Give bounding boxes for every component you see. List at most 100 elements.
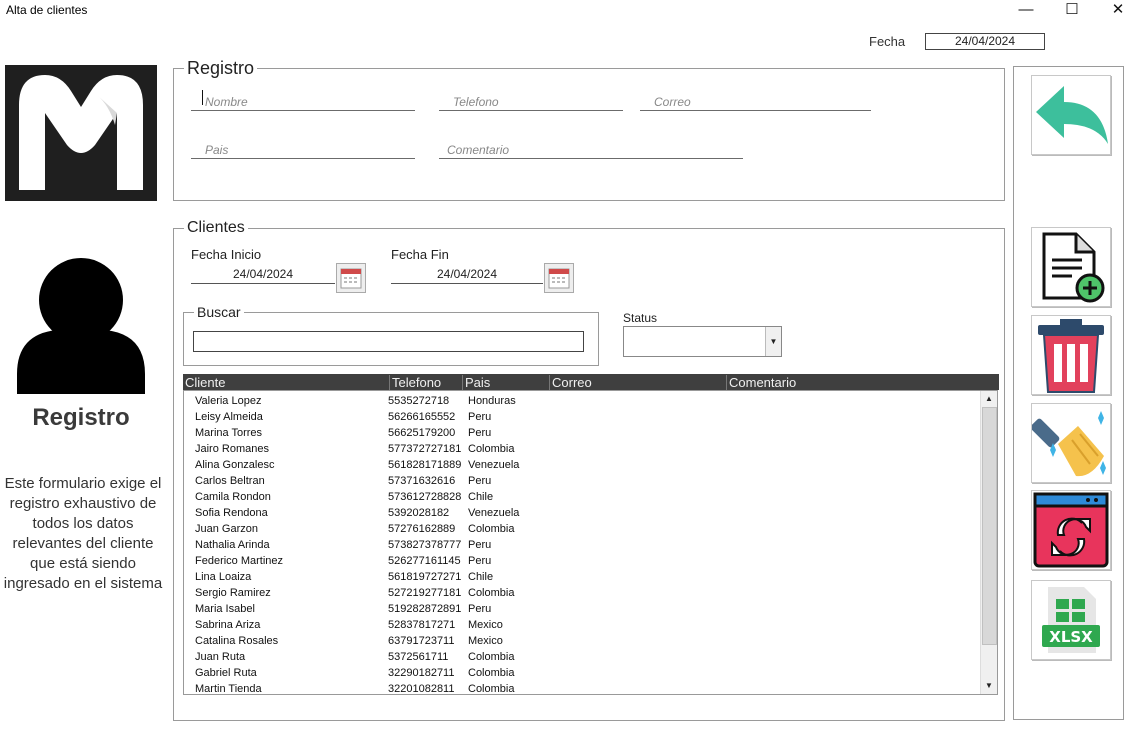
correo-field[interactable]: Correo: [640, 92, 871, 111]
correo-placeholder: Correo: [654, 95, 691, 109]
telefono-placeholder: Telefono: [453, 95, 499, 109]
table-row[interactable]: Nathalia Arinda 573827378777 Peru: [184, 537, 979, 553]
column-telefono[interactable]: Telefono: [389, 375, 441, 390]
cell-telefono: 57371632616: [388, 475, 456, 487]
status-select[interactable]: ▼: [623, 326, 782, 357]
trash-icon: [1038, 319, 1104, 393]
table-row[interactable]: Valeria Lopez 5535272718 Honduras: [184, 393, 979, 409]
nombre-placeholder: Nombre: [205, 95, 248, 109]
sidebar-title: Registro: [32, 404, 130, 431]
refresh-button[interactable]: [1031, 490, 1111, 570]
table-row[interactable]: Catalina Rosales 63791723711 Mexico: [184, 633, 979, 649]
close-button[interactable]: ✕: [1095, 0, 1140, 22]
cell-pais: Mexico: [468, 635, 503, 647]
cell-pais: Colombia: [468, 443, 515, 455]
table-row[interactable]: Leisy Almeida 56266165552 Peru: [184, 409, 979, 425]
fecha-inicio-calendar-button[interactable]: [336, 263, 366, 293]
cell-pais: Colombia: [468, 523, 515, 535]
table-row[interactable]: Sofia Rendona 5392028182 Venezuela: [184, 505, 979, 521]
logo-m-icon: [5, 65, 157, 201]
fecha-field[interactable]: 24/04/2024: [925, 33, 1045, 50]
cell-cliente: Maria Isabel: [195, 603, 255, 615]
table-row[interactable]: Marina Torres 56625179200 Peru: [184, 425, 979, 441]
list-header: Cliente Telefono Pais Correo Comentario: [183, 374, 999, 390]
clientes-list[interactable]: ▲ ▼ Valeria Lopez 5535272718 Honduras Leisy…: [183, 390, 998, 695]
fecha-fin-field[interactable]: 24/04/2024: [391, 265, 543, 284]
clientes-legend: Clientes: [184, 219, 248, 237]
table-row[interactable]: Alina Gonzalesc 561828171889 Venezuela: [184, 457, 979, 473]
refresh-window-icon: [1033, 492, 1109, 568]
scroll-down-icon[interactable]: ▼: [982, 680, 996, 692]
buscar-input[interactable]: [193, 331, 584, 352]
scrollbar-thumb[interactable]: [982, 407, 997, 645]
cell-telefono: 573612728828: [388, 491, 462, 503]
table-row[interactable]: Federico Martinez 526277161145 Peru: [184, 553, 979, 569]
fecha-fin-calendar-button[interactable]: [544, 263, 574, 293]
nombre-field[interactable]: Nombre: [191, 90, 415, 111]
table-row[interactable]: Juan Ruta 5372561711 Colombia: [184, 649, 979, 665]
vertical-scrollbar[interactable]: ▲ ▼: [980, 391, 997, 694]
dropdown-arrow-icon[interactable]: ▼: [765, 327, 781, 356]
export-xlsx-button[interactable]: XLSX: [1031, 580, 1111, 660]
registro-legend: Registro: [184, 58, 258, 79]
cell-cliente: Gabriel Ruta: [195, 667, 257, 679]
calendar-icon: [340, 268, 362, 289]
cell-pais: Chile: [468, 571, 494, 583]
table-row[interactable]: Lina Loaiza 561819727271 Chile: [184, 569, 979, 585]
minimize-button[interactable]: —: [1003, 0, 1049, 22]
column-cliente[interactable]: Cliente: [183, 375, 225, 390]
add-document-button[interactable]: [1031, 227, 1111, 307]
table-row[interactable]: Carlos Beltran 57371632616 Peru: [184, 473, 979, 489]
table-row[interactable]: Juan Garzon 57276162889 Colombia: [184, 521, 979, 537]
fecha-inicio-field[interactable]: 24/04/2024: [191, 265, 335, 284]
table-row[interactable]: Sergio Ramirez 527219277181 Colombia: [184, 585, 979, 601]
maximize-button[interactable]: ☐: [1049, 0, 1095, 22]
cell-telefono: 519282872891: [388, 603, 462, 615]
column-pais[interactable]: Pais: [462, 375, 490, 390]
cell-telefono: 577372727181: [388, 443, 462, 455]
table-row[interactable]: Maria Isabel 519282872891 Peru: [184, 601, 979, 617]
cell-telefono: 56266165552: [388, 411, 456, 423]
cell-pais: Honduras: [468, 395, 516, 407]
pais-field[interactable]: Pais: [191, 140, 415, 159]
cell-pais: Venezuela: [468, 459, 520, 471]
column-comentario[interactable]: Comentario: [726, 375, 796, 390]
cell-telefono: 57276162889: [388, 523, 456, 535]
cell-telefono: 573827378777: [388, 539, 462, 551]
cell-cliente: Camila Rondon: [195, 491, 271, 503]
clean-button[interactable]: [1030, 403, 1111, 483]
table-row[interactable]: Gabriel Ruta 32290182711 Colombia: [184, 665, 979, 681]
cell-cliente: Carlos Beltran: [195, 475, 265, 487]
back-button[interactable]: [1031, 75, 1111, 155]
telefono-field[interactable]: Telefono: [439, 92, 623, 111]
calendar-icon: [548, 268, 570, 289]
xlsx-label: XLSX: [1049, 628, 1093, 646]
cell-pais: Peru: [468, 411, 492, 423]
comentario-field[interactable]: Comentario: [439, 140, 743, 159]
cell-telefono: 5392028182: [388, 507, 450, 519]
broom-clean-icon: [1030, 411, 1106, 477]
cell-cliente: Jairo Romanes: [195, 443, 269, 455]
table-row[interactable]: Martin Tienda 32201082811 Colombia: [184, 681, 979, 695]
cell-cliente: Valeria Lopez: [195, 395, 262, 407]
table-row[interactable]: Jairo Romanes 577372727181 Colombia: [184, 441, 979, 457]
cell-cliente: Juan Garzon: [195, 523, 258, 535]
cell-cliente: Alina Gonzalesc: [195, 459, 275, 471]
table-row[interactable]: Camila Rondon 573612728828 Chile: [184, 489, 979, 505]
cell-cliente: Nathalia Arinda: [195, 539, 270, 551]
undo-arrow-icon: [1036, 86, 1108, 144]
cell-telefono: 63791723711: [388, 635, 455, 647]
cell-telefono: 56625179200: [388, 427, 456, 439]
cell-cliente: Martin Tienda: [195, 683, 262, 695]
cell-pais: Colombia: [468, 667, 515, 679]
column-correo[interactable]: Correo: [549, 375, 592, 390]
cell-cliente: Leisy Almeida: [195, 411, 263, 423]
table-row[interactable]: Sabrina Ariza 52837817271 Mexico: [184, 617, 979, 633]
delete-button[interactable]: [1031, 315, 1111, 395]
cell-pais: Peru: [468, 539, 492, 551]
cell-pais: Peru: [468, 475, 492, 487]
scroll-up-icon[interactable]: ▲: [982, 393, 996, 405]
fecha-label: Fecha: [869, 34, 906, 49]
cell-cliente: Federico Martinez: [195, 555, 284, 567]
status-label: Status: [623, 311, 658, 325]
